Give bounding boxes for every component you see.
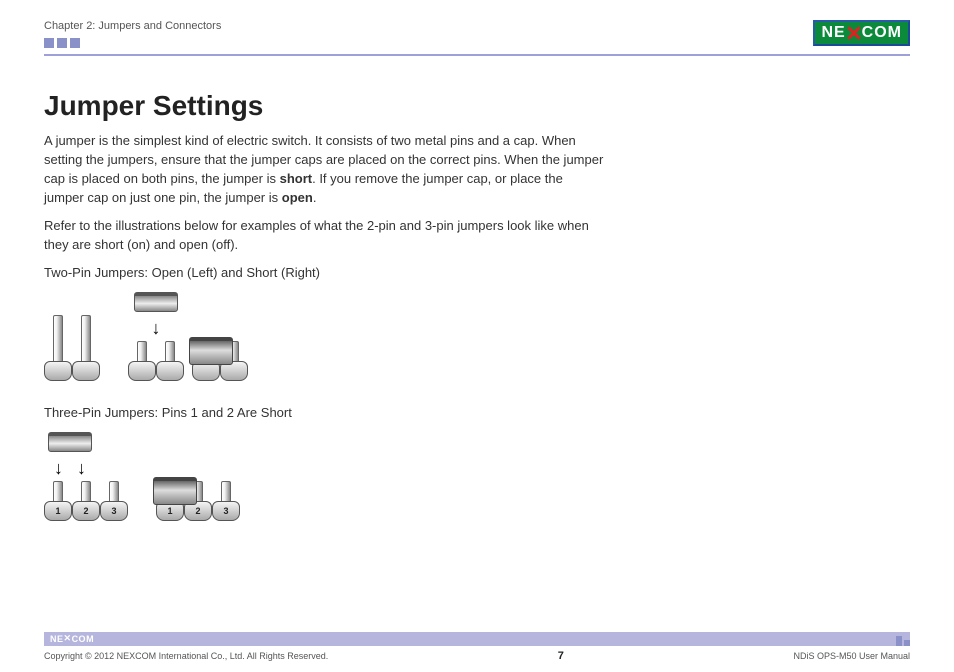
page-content: Jumper Settings A jumper is the simplest… (44, 56, 604, 521)
down-arrow-icon: ↓ (54, 458, 63, 479)
brand-logo: NE COM (813, 20, 910, 46)
page-number: 7 (558, 650, 564, 662)
three-pin-before-icon: ↓ ↓ 1 2 3 (44, 432, 128, 521)
jumper-cap-on-icon (189, 337, 233, 365)
intro-paragraph-1: A jumper is the simplest kind of electri… (44, 132, 604, 207)
two-pin-open-icon (44, 315, 100, 381)
header-squares-icon (44, 38, 221, 48)
intro-paragraph-2: Refer to the illustrations below for exa… (44, 217, 604, 255)
down-arrow-icon: ↓ (77, 458, 86, 479)
two-pin-illustration: ↓ (44, 292, 604, 381)
three-pin-after-icon: 1 2 3 (156, 481, 240, 521)
manual-name: NDiS OPS-M50 User Manual (793, 651, 910, 661)
down-arrow-icon: ↓ (152, 318, 161, 339)
two-pin-short-icon: ↓ (128, 292, 248, 381)
chapter-title: Chapter 2: Jumpers and Connectors (44, 20, 221, 32)
x-icon (847, 26, 861, 40)
page-title: Jumper Settings (44, 90, 604, 122)
page-footer: NE✕COM Copyright © 2012 NEXCOM Internati… (44, 632, 910, 662)
jumper-cap-icon (134, 292, 178, 312)
logo-text-right: COM (862, 24, 902, 42)
logo-text-left: NE (821, 24, 845, 42)
two-pin-caption: Two-Pin Jumpers: Open (Left) and Short (… (44, 265, 604, 280)
footer-logo: NE✕COM (50, 634, 94, 645)
three-pin-caption: Three-Pin Jumpers: Pins 1 and 2 Are Shor… (44, 405, 604, 420)
copyright-text: Copyright © 2012 NEXCOM International Co… (44, 651, 328, 661)
footer-squares-icon (892, 632, 910, 646)
three-pin-illustration: ↓ ↓ 1 2 3 1 2 3 (44, 432, 604, 521)
